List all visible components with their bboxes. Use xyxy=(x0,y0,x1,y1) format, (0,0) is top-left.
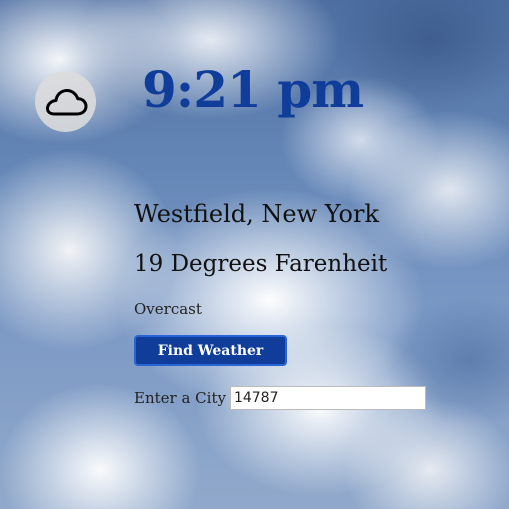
city-input[interactable] xyxy=(229,386,426,410)
weather-condition: Overcast xyxy=(134,300,202,318)
city-search-row: Enter a City xyxy=(134,386,426,410)
find-weather-button[interactable]: Find Weather xyxy=(134,335,287,366)
city-input-label: Enter a City xyxy=(134,389,226,407)
temperature-reading: 19 Degrees Farenheit xyxy=(134,251,388,277)
location-name: Westfield, New York xyxy=(134,200,379,228)
current-time: 9:21 pm xyxy=(142,60,364,119)
weather-icon-badge xyxy=(35,71,96,132)
cloud-icon xyxy=(45,88,87,115)
